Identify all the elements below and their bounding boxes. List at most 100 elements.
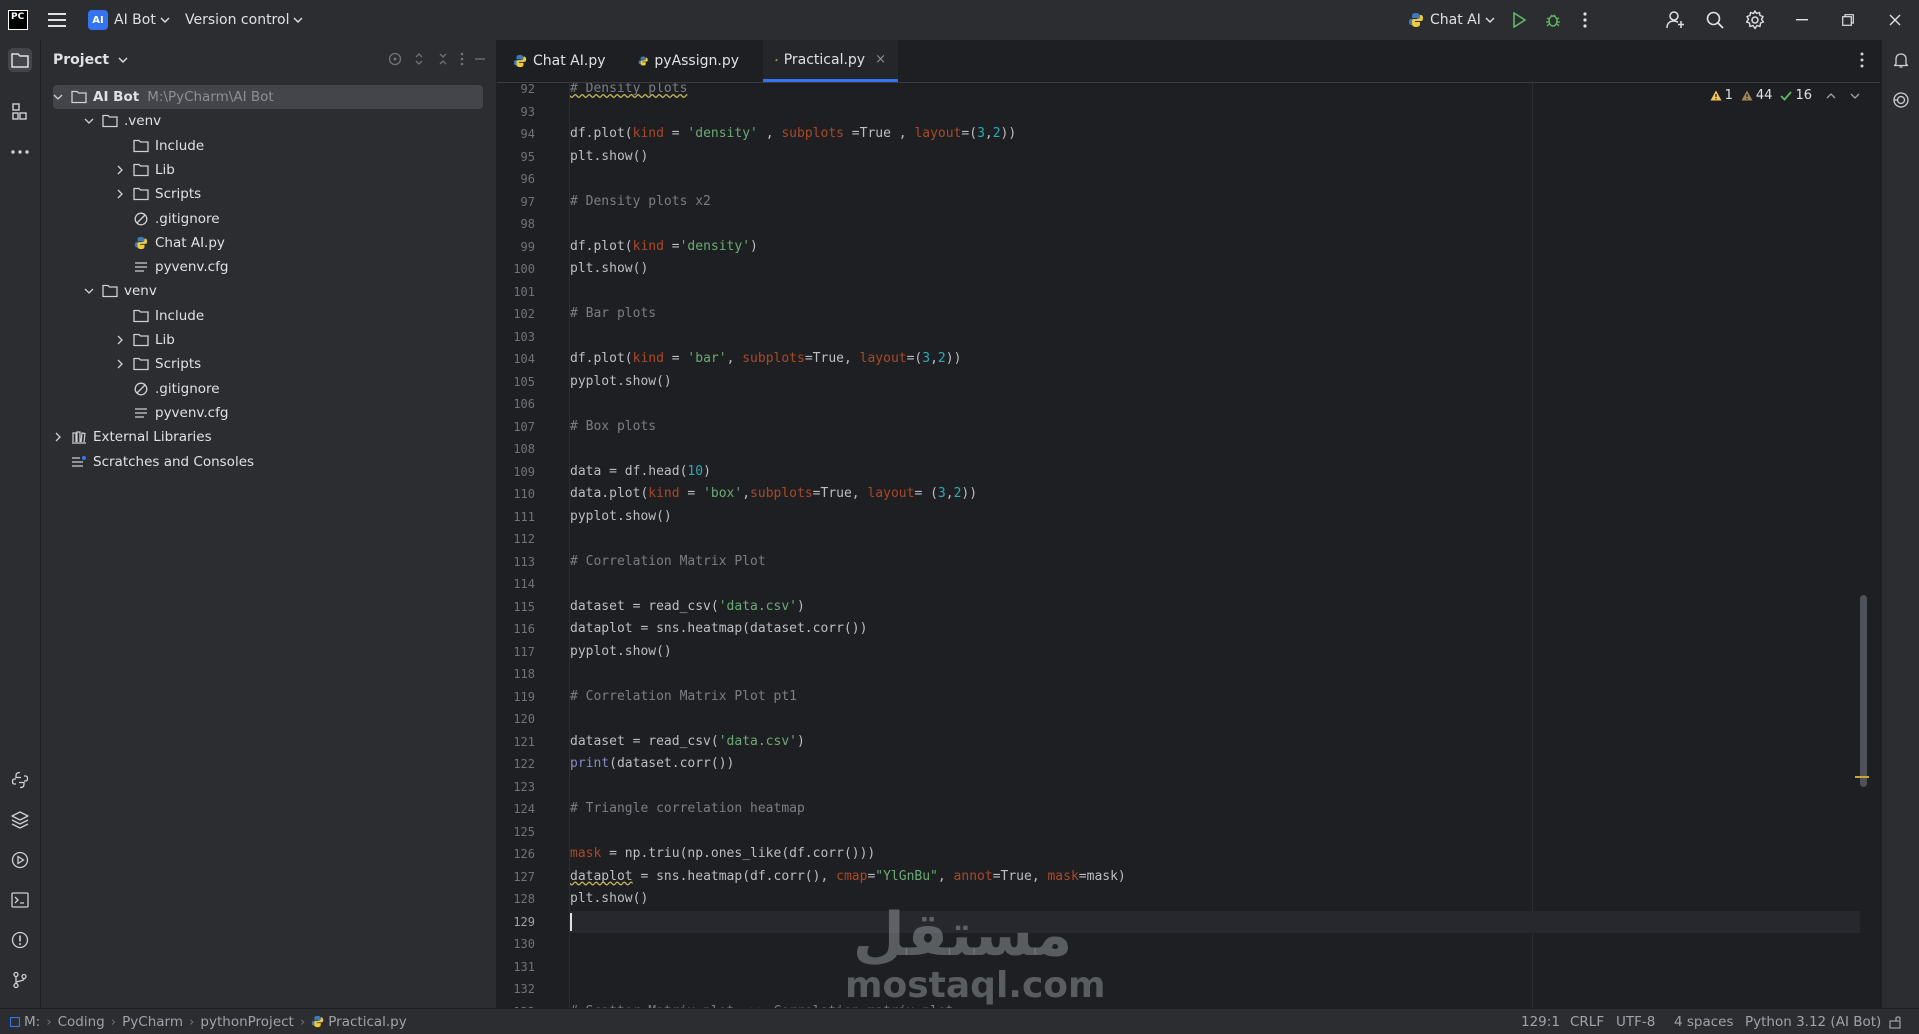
line-separator[interactable]: CRLF [1570,1009,1604,1034]
code-line[interactable]: pyplot.show() [570,641,672,663]
tree-item[interactable]: .gitignore [41,377,481,401]
code-line[interactable]: data = df.head(10) [570,461,711,483]
code-line[interactable]: # Scatter Matrix plot ->> Correlation ma… [570,1001,954,1009]
caret-position[interactable]: 129:1 [1521,1009,1560,1034]
project-folder-icon[interactable] [8,48,32,72]
tree-item[interactable]: Include [41,304,481,328]
collapse-all-icon[interactable] [436,52,450,66]
breadcrumb-drive[interactable]: M: [24,1014,40,1030]
code-line[interactable]: df.plot(kind ='density') [570,236,758,258]
minimize-icon[interactable] [1796,0,1808,40]
indent-setting[interactable]: 4 spaces [1674,1009,1734,1034]
ai-assistant-icon[interactable] [1889,88,1913,112]
breadcrumb-file[interactable]: Practical.py [328,1014,407,1030]
code-line[interactable]: dataset = read_csv('data.csv') [570,596,805,618]
code-line[interactable]: # Density plots x2 [570,191,711,213]
project-view-selector[interactable]: Project [53,52,128,68]
read-only-lock-icon[interactable] [1888,1009,1902,1034]
more-tool-windows-icon[interactable] [8,140,32,164]
tree-item[interactable]: External Libraries [41,425,481,449]
code-line[interactable]: print(dataset.corr()) [570,753,734,775]
tree-item[interactable]: pyvenv.cfg [41,401,481,425]
code-line[interactable]: dataplot = sns.heatmap(df.corr(), cmap="… [570,866,1126,888]
previous-highlight-icon[interactable] [1826,92,1836,99]
code-line[interactable]: pyplot.show() [570,371,672,393]
tree-item[interactable]: Lib [41,328,481,352]
code-line[interactable]: pyplot.show() [570,506,672,528]
vertical-scrollbar-thumb[interactable] [1860,595,1867,787]
warning-stripe-marker[interactable] [1855,776,1869,778]
structure-icon[interactable] [8,100,32,124]
code-line[interactable]: # Triangle correlation heatmap [570,798,805,820]
code-line[interactable]: plt.show() [570,258,648,280]
tree-item[interactable]: Chat AI.py [41,231,481,255]
tab-options-icon[interactable] [1860,52,1864,68]
tree-item[interactable]: pyvenv.cfg [41,255,481,279]
hide-panel-icon[interactable] [474,52,486,66]
chevron-right-icon[interactable] [51,430,65,444]
git-branch-icon[interactable] [8,968,32,992]
breadcrumb-pycharm[interactable]: PyCharm [122,1014,183,1030]
python-console-icon[interactable] [8,768,32,792]
tree-item[interactable]: Lib [41,158,481,182]
python-packages-icon[interactable] [8,808,32,832]
notifications-bell-icon[interactable] [1889,48,1913,72]
chevron-right-icon[interactable] [113,333,127,347]
next-highlight-icon[interactable] [1850,93,1860,99]
code-line[interactable]: # Correlation Matrix Plot pt1 [570,686,797,708]
tree-item[interactable]: Scripts [41,352,481,376]
run-icon[interactable] [1512,0,1526,40]
tab-practical[interactable]: Practical.py × [763,40,898,82]
restore-window-icon[interactable] [1842,0,1854,40]
chevron-right-icon[interactable] [113,357,127,371]
tree-item[interactable]: AI Bot M:\PyCharm\AI Bot [53,85,483,109]
code-line[interactable]: data.plot(kind = 'box',subplots=True, la… [570,483,977,505]
tab-chat-ai[interactable]: Chat AI.py [501,40,621,82]
code-editor[interactable]: # Density plots df.plot(kind = 'density' … [570,83,1860,1008]
services-icon[interactable] [8,848,32,872]
problems-icon[interactable] [8,928,32,952]
tab-pyassign[interactable]: pyAssign.py [626,40,751,82]
python-interpreter[interactable]: Python 3.12 (AI Bot) [1745,1009,1881,1034]
code-line[interactable]: dataset = read_csv('data.csv') [570,731,805,753]
tree-item[interactable]: Scratches and Consoles [41,450,481,474]
breadcrumb-pythonproject[interactable]: pythonProject [200,1014,293,1030]
tree-item[interactable]: .gitignore [41,207,481,231]
settings-gear-icon[interactable] [1745,0,1765,40]
code-line[interactable]: plt.show() [570,888,648,910]
tree-item[interactable]: Include [41,134,481,158]
more-actions-icon[interactable] [1583,0,1587,40]
run-configuration-selector[interactable]: Chat AI [1408,0,1495,40]
code-line[interactable]: dataplot = sns.heatmap(dataset.corr()) [570,618,867,640]
code-line[interactable]: df.plot(kind = 'density' , subplots =Tru… [570,123,1016,145]
options-icon[interactable] [460,52,464,66]
code-line[interactable]: mask = np.triu(np.ones_like(df.corr())) [570,843,875,865]
chevron-down-icon[interactable] [82,284,96,298]
file-encoding[interactable]: UTF-8 [1616,1009,1655,1034]
version-control-menu[interactable]: Version control [185,0,303,40]
code-line[interactable]: # Bar plots [570,303,656,325]
chevron-right-icon[interactable] [113,163,127,177]
inspection-widget[interactable]: 1 44 16 [1710,88,1860,103]
tree-item[interactable]: .venv [41,109,481,133]
code-line[interactable] [570,910,1860,933]
code-line[interactable]: df.plot(kind = 'bar', subplots=True, lay… [570,348,961,370]
breadcrumb-coding[interactable]: Coding [58,1014,105,1030]
expand-all-icon[interactable] [412,52,426,66]
terminal-icon[interactable] [8,888,32,912]
chevron-down-icon[interactable] [51,90,65,104]
close-tab-icon[interactable]: × [875,52,886,67]
debug-icon[interactable] [1545,0,1561,40]
main-menu-icon[interactable] [48,0,66,40]
code-with-me-icon[interactable] [1666,0,1686,40]
pycharm-logo-icon[interactable]: PC [8,0,28,40]
close-window-icon[interactable] [1889,0,1901,40]
chevron-down-icon[interactable] [82,114,96,128]
code-line[interactable]: plt.show() [570,146,648,168]
chevron-right-icon[interactable] [113,187,127,201]
tree-item[interactable]: Scripts [41,182,481,206]
locate-file-icon[interactable] [388,52,402,66]
search-icon[interactable] [1706,0,1724,40]
code-line[interactable]: # Density plots [570,83,687,100]
tree-item[interactable]: venv [41,279,481,303]
